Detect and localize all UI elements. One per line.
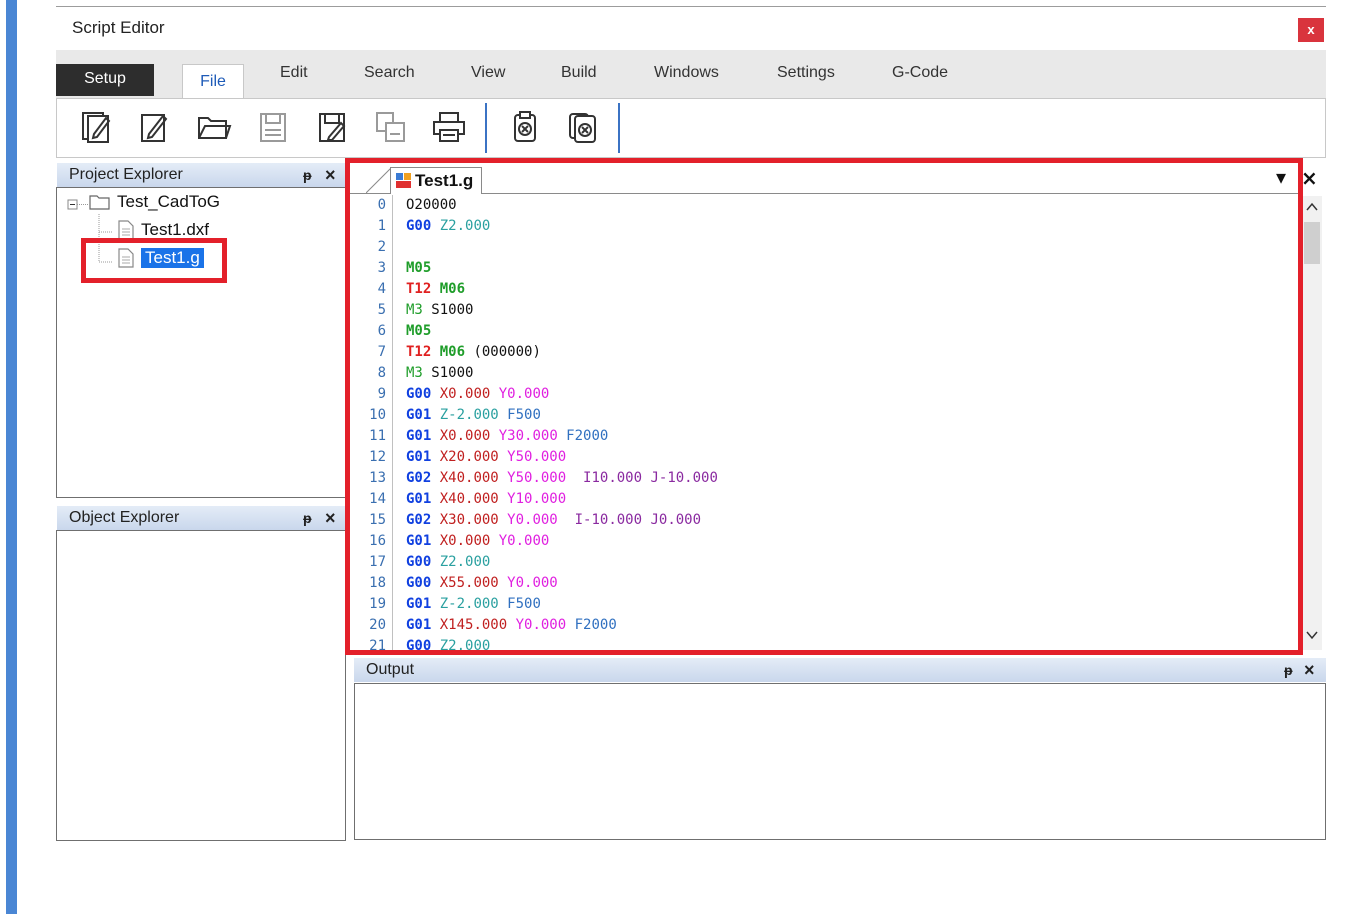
- object-explorer-title-text: Object Explorer: [69, 509, 180, 526]
- tab-windows[interactable]: Windows: [654, 64, 719, 82]
- window-close-button[interactable]: x: [1298, 18, 1324, 42]
- editor-close-icon[interactable]: ×: [1301, 166, 1318, 190]
- close-icon[interactable]: ×: [325, 163, 336, 187]
- ribbon-tab-bar: Setup File Edit Search View Build Window…: [56, 50, 1326, 101]
- editor-vertical-scrollbar[interactable]: [1302, 196, 1322, 650]
- new-file-icon[interactable]: [134, 107, 174, 147]
- print-icon[interactable]: [429, 107, 469, 147]
- project-explorer-panel: Test_CadToG Test1.dxf Test1.g: [56, 187, 346, 498]
- pin-icon[interactable]: ᵽ: [303, 506, 312, 530]
- left-accent-bar: [6, 0, 17, 914]
- toolbar: [56, 98, 1326, 158]
- close-file-icon[interactable]: [505, 107, 545, 147]
- save-icon[interactable]: [253, 107, 293, 147]
- tree-item-file-label: Test1.dxf: [141, 220, 210, 239]
- object-explorer-panel: [56, 530, 346, 841]
- project-explorer-title-text: Project Explorer: [69, 166, 183, 183]
- window-title: Script Editor: [72, 18, 165, 37]
- close-all-icon[interactable]: [563, 107, 603, 147]
- close-icon[interactable]: ×: [325, 506, 336, 530]
- object-explorer-title: Object Explorer ᵽ ×: [57, 506, 345, 530]
- pin-icon[interactable]: ᵽ: [303, 163, 312, 187]
- tree-item-project[interactable]: Test_CadToG: [89, 192, 220, 212]
- highlight-box-editor: [345, 158, 1303, 655]
- scroll-down-icon[interactable]: [1306, 630, 1318, 640]
- folder-icon: [89, 195, 110, 210]
- tab-view[interactable]: View: [471, 64, 505, 82]
- open-folder-icon[interactable]: [194, 107, 234, 147]
- close-icon[interactable]: ×: [1304, 658, 1315, 682]
- tab-build[interactable]: Build: [561, 64, 597, 82]
- toolbar-separator: [485, 103, 487, 153]
- output-panel: [354, 683, 1326, 840]
- tab-g-code[interactable]: G-Code: [892, 64, 948, 82]
- scroll-up-icon[interactable]: [1306, 202, 1318, 212]
- project-explorer-title: Project Explorer ᵽ ×: [57, 163, 345, 187]
- tab-setup[interactable]: Setup: [56, 64, 154, 96]
- tab-file[interactable]: File: [182, 64, 244, 101]
- save-all-icon[interactable]: [371, 107, 411, 147]
- toolbar-separator: [618, 103, 620, 153]
- tab-settings[interactable]: Settings: [777, 64, 835, 82]
- save-as-icon[interactable]: [312, 107, 352, 147]
- tab-edit[interactable]: Edit: [280, 64, 308, 82]
- window-top-border: [56, 6, 1326, 7]
- highlight-box-selected-file: [81, 238, 227, 283]
- pin-icon[interactable]: ᵽ: [1284, 658, 1293, 682]
- file-icon: [118, 220, 134, 240]
- tree-item-file[interactable]: Test1.dxf: [117, 220, 209, 240]
- output-title-text: Output: [366, 661, 415, 678]
- new-project-icon[interactable]: [77, 107, 117, 147]
- scrollbar-thumb[interactable]: [1304, 222, 1320, 264]
- tab-search[interactable]: Search: [364, 64, 415, 82]
- output-title: Output ᵽ ×: [354, 658, 1326, 682]
- tree-item-project-label: Test_CadToG: [117, 192, 220, 211]
